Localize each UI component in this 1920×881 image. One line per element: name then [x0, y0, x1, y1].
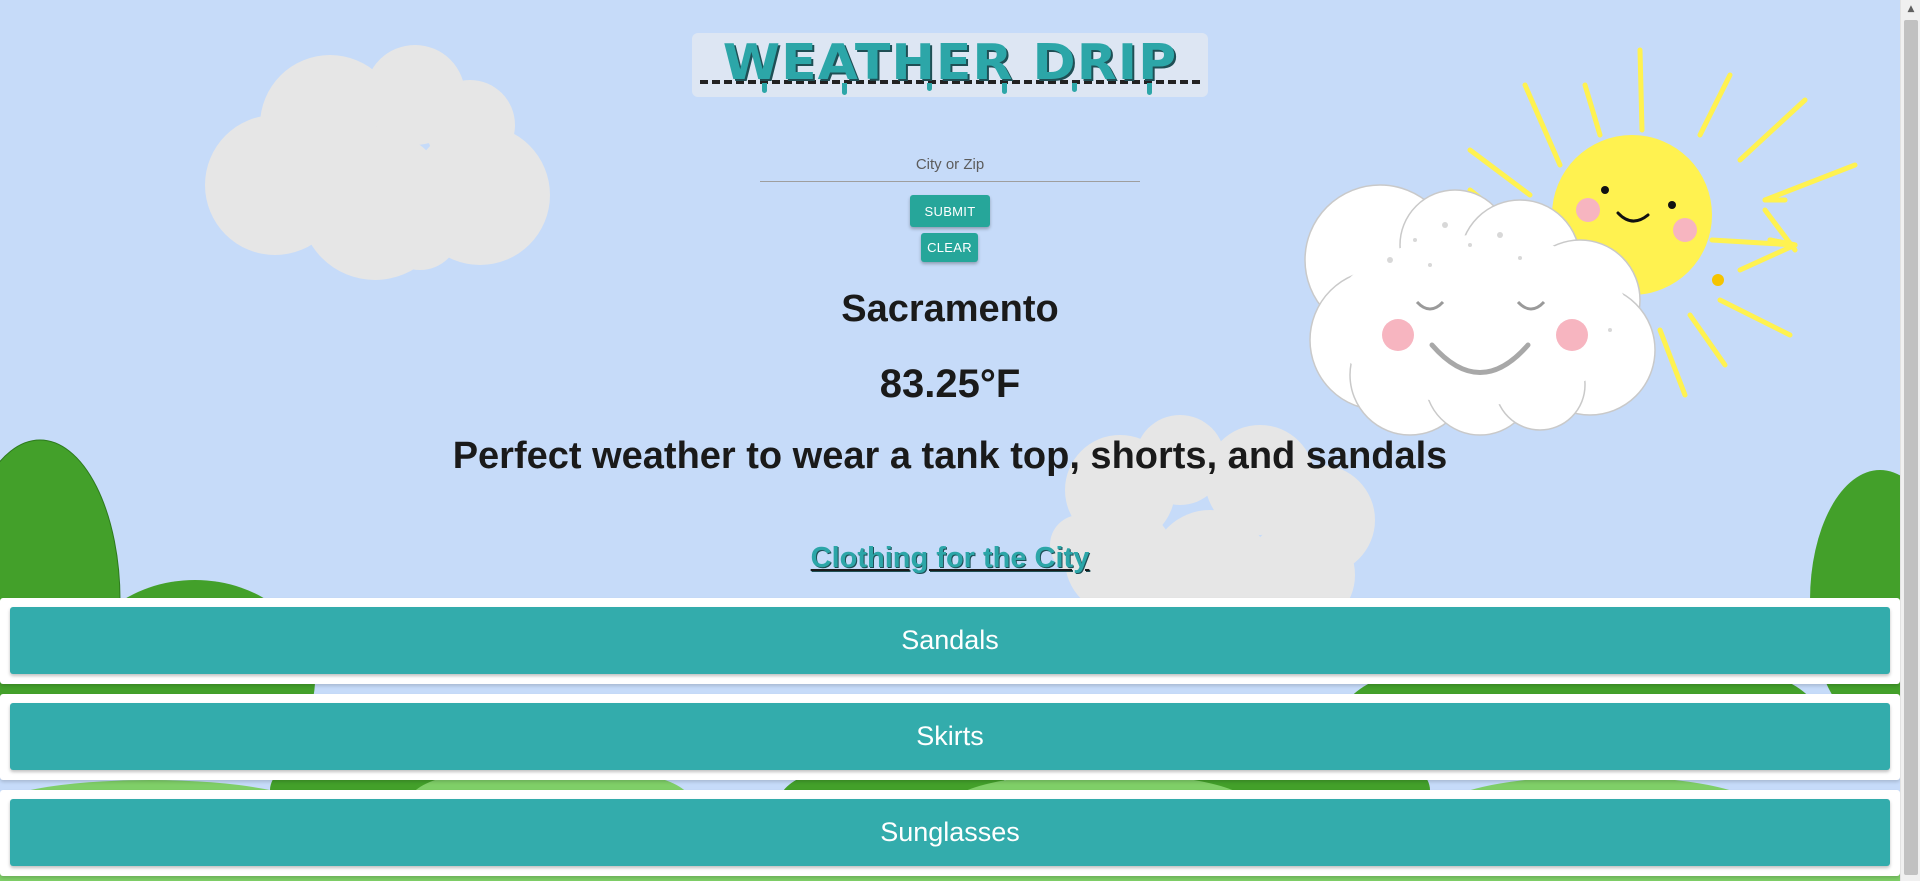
logo-drip — [1072, 83, 1077, 92]
city-name: Sacramento — [841, 288, 1059, 330]
logo-text: WEATHER DRIP — [722, 34, 1178, 92]
clothing-card: Skirts — [0, 694, 1900, 780]
clothing-card: Sunglasses — [0, 790, 1900, 876]
city-zip-search-input[interactable] — [760, 148, 1140, 182]
temperature-reading: 83.25°F — [879, 362, 1021, 406]
submit-button[interactable]: SUBMIT — [910, 195, 990, 227]
scroll-up-arrow-icon[interactable]: ▲ — [1904, 2, 1918, 16]
weather-drip-logo[interactable]: WEATHER DRIP — [692, 33, 1208, 97]
clothing-item-sandals[interactable]: Sandals — [10, 607, 1890, 674]
logo-drip — [1002, 83, 1007, 94]
logo-drip — [927, 83, 932, 91]
clothing-advice: Perfect weather to wear a tank top, shor… — [452, 435, 1448, 477]
logo-drip — [1147, 83, 1152, 95]
clothing-item-skirts[interactable]: Skirts — [10, 703, 1890, 770]
cloud-left — [205, 45, 550, 280]
vertical-scrollbar[interactable]: ▲ — [1900, 0, 1920, 881]
clear-button[interactable]: CLEAR — [921, 233, 978, 262]
clothing-item-sunglasses[interactable]: Sunglasses — [10, 799, 1890, 866]
clothing-card: Sandals — [0, 598, 1900, 684]
logo-drip — [762, 83, 767, 93]
clothing-for-city-link[interactable]: Clothing for the City — [700, 542, 1200, 575]
logo-drip — [842, 83, 847, 95]
scrollbar-thumb[interactable] — [1904, 20, 1918, 875]
